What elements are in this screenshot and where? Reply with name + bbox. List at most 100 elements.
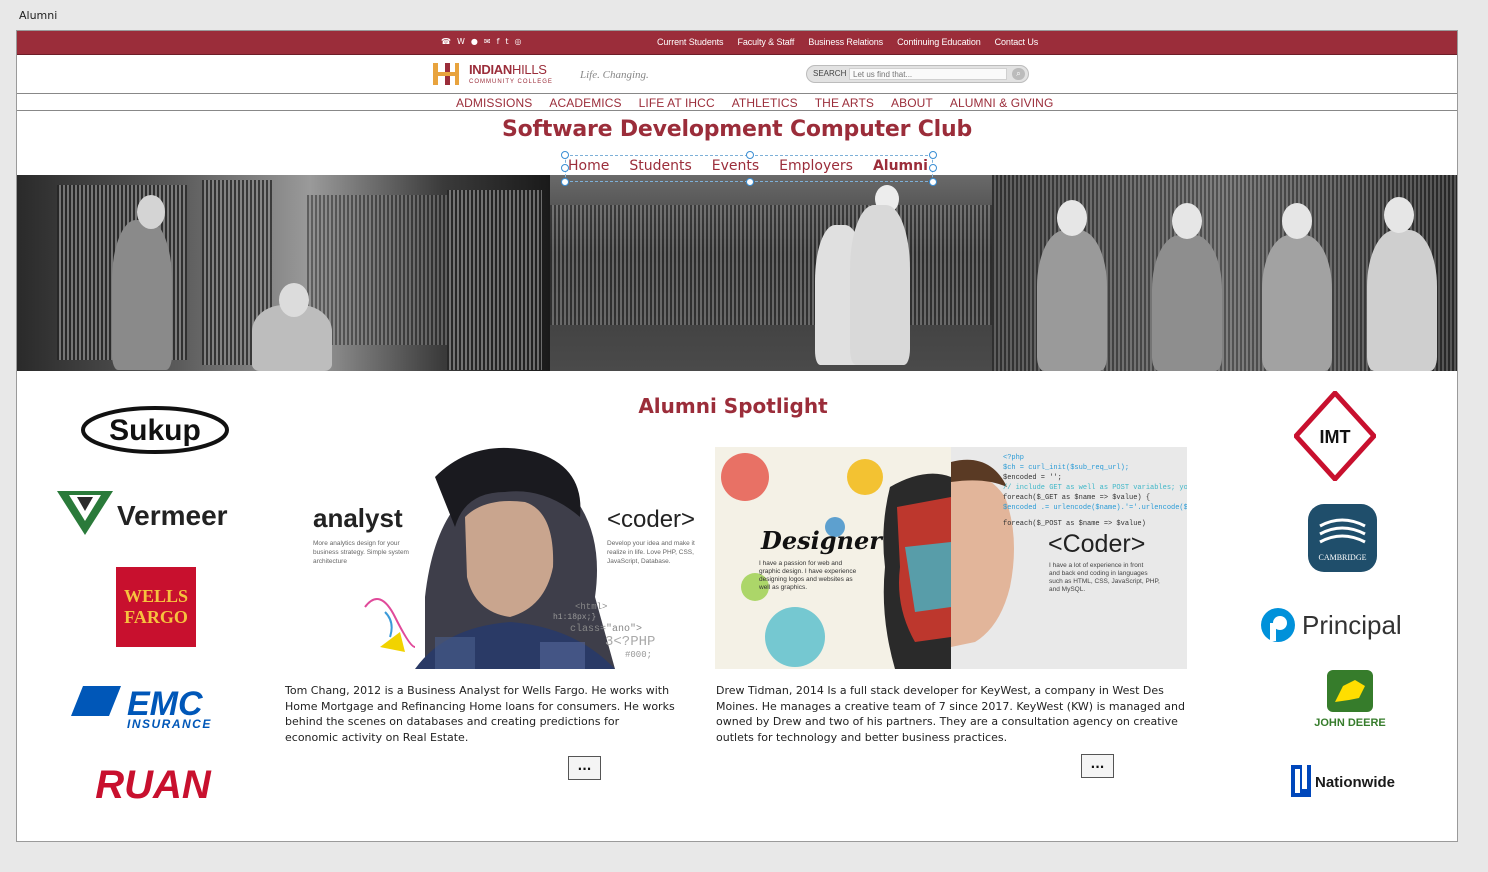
- link-current-students[interactable]: Current Students: [657, 37, 724, 47]
- svg-text:$encoded = '';: $encoded = '';: [1003, 474, 1062, 482]
- twitter-icon[interactable]: t: [505, 37, 508, 47]
- john-deere-logo[interactable]: JOHN DEERE: [1305, 668, 1395, 732]
- banner-photo-1: [17, 175, 550, 371]
- subnav-events[interactable]: Events: [712, 158, 759, 174]
- selection-handle-tl[interactable]: [561, 151, 569, 159]
- svg-text:$encoded .= urlencode($name).': $encoded .= urlencode($name).'='.urlenco…: [1003, 504, 1187, 512]
- search-input[interactable]: [849, 68, 1007, 80]
- sukup-logo[interactable]: Sukup: [79, 404, 231, 456]
- principal-logo[interactable]: Principal: [1260, 603, 1415, 647]
- page-title: Software Development Computer Club: [501, 117, 972, 142]
- nav-admissions[interactable]: ADMISSIONS: [456, 96, 532, 110]
- nav-academics[interactable]: ACADEMICS: [549, 96, 621, 110]
- subnav-home[interactable]: Home: [568, 158, 609, 174]
- link-faculty-staff[interactable]: Faculty & Staff: [737, 37, 794, 47]
- nav-alumni-giving[interactable]: ALUMNI & GIVING: [950, 96, 1054, 110]
- imt-text: IMT: [1320, 427, 1351, 447]
- selection-handle-tr[interactable]: [929, 151, 937, 159]
- svg-text:designing logos and websites a: designing logos and websites as: [759, 576, 853, 583]
- facebook-icon[interactable]: f: [497, 37, 500, 47]
- alumni-card-1-more-button[interactable]: ...: [568, 756, 601, 780]
- svg-text:h1:18px;}: h1:18px;}: [553, 613, 596, 622]
- svg-text:WELLS: WELLS: [124, 586, 188, 606]
- search-box: SEARCH ⌕: [806, 65, 1029, 83]
- svg-text:FARGO: FARGO: [124, 607, 188, 627]
- svg-text:I have a passion for web and: I have a passion for web and: [759, 560, 842, 567]
- card2-left-word: Designer: [760, 526, 884, 555]
- link-continuing-education[interactable]: Continuing Education: [897, 37, 981, 47]
- college-wordmark[interactable]: INDIANHILLS COMMUNITY COLLEGE: [469, 62, 553, 87]
- svg-text:More analytics design for your: More analytics design for your: [313, 540, 401, 547]
- search-icon[interactable]: ⌕: [1012, 68, 1025, 80]
- svg-text:Develop your idea and make it: Develop your idea and make it: [607, 540, 695, 547]
- selection-handle-bm[interactable]: [746, 178, 754, 186]
- svg-text:architecture: architecture: [313, 558, 347, 565]
- window-title: Alumni: [19, 9, 58, 22]
- svg-text:3<?PHP: 3<?PHP: [605, 634, 655, 650]
- imt-logo[interactable]: IMT: [1294, 391, 1376, 481]
- selection-handle-bl[interactable]: [561, 178, 569, 186]
- svg-text:such as HTML, CSS, JavaScript,: such as HTML, CSS, JavaScript, PHP,: [1049, 578, 1160, 585]
- emc-insurance-logo[interactable]: EMC INSURANCE: [69, 681, 234, 733]
- link-contact-us[interactable]: Contact Us: [995, 37, 1039, 47]
- logo-hills: HILLS: [511, 62, 547, 77]
- hero-banner: [17, 175, 1457, 371]
- nationwide-text: Nationwide: [1315, 774, 1395, 791]
- subnav-employers[interactable]: Employers: [779, 158, 853, 174]
- selection-handle-mr[interactable]: [929, 164, 937, 172]
- subnav-students[interactable]: Students: [629, 158, 691, 174]
- cambridge-text: CAMBRIDGE: [1318, 553, 1366, 562]
- vermeer-logo[interactable]: Vermeer: [55, 487, 235, 539]
- mail-icon[interactable]: ✉: [484, 37, 491, 47]
- web-icon[interactable]: W: [457, 37, 465, 47]
- ruan-text: RUAN: [95, 763, 212, 803]
- main-nav: ADMISSIONS ACADEMICS LIFE AT IHCC ATHLET…: [17, 93, 1457, 111]
- ihcc-logo-icon[interactable]: [431, 62, 465, 86]
- svg-text:JavaScript, Database.: JavaScript, Database.: [607, 558, 671, 565]
- alumni-card-1-text: Tom Chang, 2012 is a Business Analyst fo…: [285, 684, 675, 744]
- utility-links: Current Students Faculty & Staff Busines…: [657, 37, 1038, 47]
- svg-text:<?php: <?php: [1003, 454, 1024, 462]
- alumni-card-1-image[interactable]: analyst More analytics design for your b…: [285, 447, 699, 669]
- nav-the-arts[interactable]: THE ARTS: [815, 96, 874, 110]
- sukup-text: Sukup: [109, 414, 201, 447]
- selection-handle-ml[interactable]: [561, 164, 569, 172]
- svg-text:and MySQL.: and MySQL.: [1049, 586, 1085, 593]
- svg-text:#000;: #000;: [625, 650, 652, 660]
- svg-text:foreach($_POST as $name => $va: foreach($_POST as $name => $value): [1003, 520, 1146, 528]
- nationwide-logo[interactable]: Nationwide: [1285, 753, 1413, 809]
- utility-bar: ☎ W ● ✉ f t ◎ Current Students Faculty &…: [17, 31, 1457, 55]
- header: INDIANHILLS COMMUNITY COLLEGE Life. Chan…: [17, 56, 1457, 93]
- selection-handle-tm[interactable]: [746, 151, 754, 159]
- alumni-card-2-more-button[interactable]: ...: [1081, 754, 1114, 778]
- alumni-card-2-image[interactable]: Designer I have a passion for web and gr…: [715, 447, 1187, 669]
- john-deere-text: JOHN DEERE: [1314, 717, 1386, 729]
- svg-text:foreach($_GET as $name => $val: foreach($_GET as $name => $value) {: [1003, 494, 1150, 502]
- phone-icon[interactable]: ☎: [441, 37, 451, 47]
- card2-right-word: <Coder>: [1048, 530, 1145, 558]
- svg-text:and back end coding in languag: and back end coding in languages: [1049, 570, 1148, 577]
- instagram-icon[interactable]: ◎: [515, 37, 522, 47]
- card1-right-word: <coder>: [607, 506, 695, 533]
- nav-athletics[interactable]: ATHLETICS: [732, 96, 798, 110]
- subnav-alumni[interactable]: Alumni: [873, 158, 928, 174]
- cambridge-logo[interactable]: CAMBRIDGE: [1308, 504, 1377, 572]
- svg-text:$ch = curl_init($sub_req_url);: $ch = curl_init($sub_req_url);: [1003, 464, 1129, 472]
- nav-about[interactable]: ABOUT: [891, 96, 933, 110]
- card1-left-word: analyst: [313, 503, 403, 533]
- logo-indian: INDIAN: [469, 62, 512, 77]
- social-icons: ☎ W ● ✉ f t ◎: [441, 37, 522, 47]
- selection-handle-br[interactable]: [929, 178, 937, 186]
- wells-fargo-logo[interactable]: WELLS FARGO: [116, 567, 196, 647]
- alumni-card-2-text: Drew Tidman, 2014 Is a full stack develo…: [716, 684, 1185, 744]
- person-icon[interactable]: ●: [471, 37, 478, 47]
- nav-life-at-ihcc[interactable]: LIFE AT IHCC: [639, 96, 715, 110]
- svg-text:// include GET as well as POST: // include GET as well as POST variables…: [1003, 484, 1187, 492]
- browser-page: ☎ W ● ✉ f t ◎ Current Students Faculty &…: [16, 30, 1458, 842]
- tagline: Life. Changing.: [580, 69, 649, 81]
- svg-text:realize in life. Love PHP, CSS: realize in life. Love PHP, CSS,: [607, 549, 694, 556]
- search-label: SEARCH: [813, 69, 847, 78]
- link-business-relations[interactable]: Business Relations: [808, 37, 883, 47]
- vermeer-text: Vermeer: [117, 500, 228, 531]
- ruan-logo[interactable]: RUAN: [73, 761, 233, 803]
